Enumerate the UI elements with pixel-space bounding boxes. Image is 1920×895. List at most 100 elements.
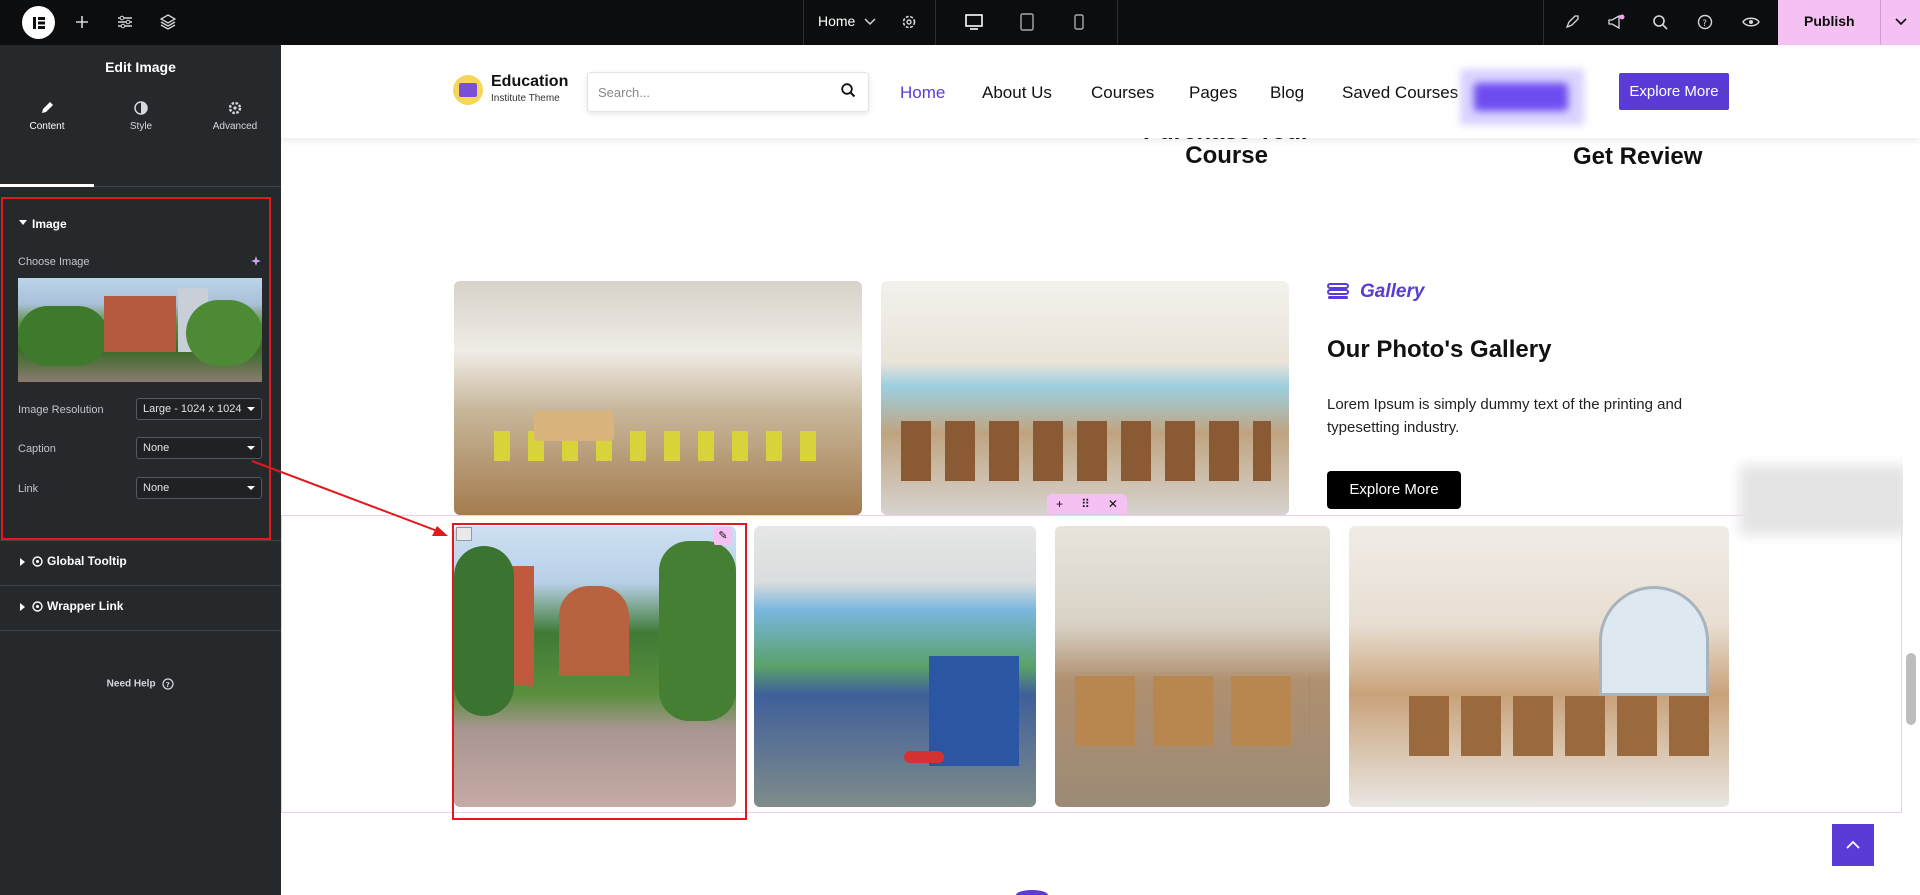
explore-more-header-button[interactable]: Explore More [1619,73,1729,110]
annotation-highlight-box [452,523,747,820]
publish-button[interactable]: Publish [1778,0,1920,45]
nav-home[interactable]: Home [900,83,945,103]
caret-down-icon [247,446,255,450]
gallery-image[interactable] [454,281,862,515]
nav-blog[interactable]: Blog [1270,83,1304,103]
chevron-down-icon[interactable] [1895,18,1907,26]
help-icon: ? [162,678,174,690]
svg-text:?: ? [1702,19,1707,29]
widget-type-icon[interactable] [456,527,472,541]
tab-label: Advanced [212,121,258,132]
scrollbar-thumb[interactable] [1906,653,1916,725]
link-select[interactable]: None [136,477,262,499]
gear-icon [188,101,282,118]
nav-about-us[interactable]: About Us [982,83,1052,103]
globe-icon [32,601,43,612]
page-settings-gear-icon[interactable] [899,12,919,32]
building-shape [104,296,176,352]
tab-style[interactable]: Style [94,89,188,187]
page-select[interactable]: Home [818,13,855,29]
blurred-element [1739,465,1909,535]
tablet-view-icon[interactable] [1017,12,1037,32]
structure-layers-icon[interactable] [158,12,178,32]
nav-pages[interactable]: Pages [1189,83,1237,103]
select-value: None [143,482,170,494]
need-help-link[interactable]: Need Help ? [0,678,281,690]
feature-title: Get Review [1573,143,1703,170]
close-icon[interactable]: ✕ [1108,497,1118,511]
rocket-icon[interactable] [1562,12,1582,32]
publish-label: Publish [1804,13,1855,29]
caret-down-icon [247,486,255,490]
edit-pencil-icon[interactable]: ✎ [714,527,732,545]
desktop-view-icon[interactable] [964,12,984,32]
section-wrapper-link[interactable]: Wrapper Link [0,585,281,629]
divider [803,0,804,45]
add-icon[interactable]: + [1056,497,1063,511]
search-placeholder: Search... [598,85,651,100]
section-global-tooltip[interactable]: Global Tooltip [0,540,281,584]
caption-select[interactable]: None [136,437,262,459]
tree-shape [186,300,262,366]
back-to-top-button[interactable] [1832,824,1874,866]
tables-shape [1075,676,1310,746]
nav-saved-courses[interactable]: Saved Courses [1342,83,1458,103]
explore-more-button[interactable]: Explore More [1327,471,1461,509]
tree-shape [18,306,108,366]
preview-eye-icon[interactable] [1741,12,1761,32]
desk-shape [929,656,1019,766]
caret-right-icon [20,603,25,611]
caption-label: Caption [18,443,56,455]
tables-shape [1409,696,1709,756]
tables-shape [901,421,1271,481]
tab-content[interactable]: Content [0,89,94,187]
gallery-tag: Gallery [1360,281,1425,302]
image-preview[interactable] [18,278,262,382]
caret-down-icon [247,407,255,411]
mobile-view-icon[interactable] [1069,12,1089,32]
select-value: Large - 1024 x 1024 [143,403,242,415]
site-header: Education Institute Theme Search... Home… [281,45,1920,138]
panel-title: Edit Image [105,59,176,75]
link-label: Link [18,483,39,495]
globe-icon [32,556,43,567]
blurred-button [1460,69,1584,125]
caret-down-icon[interactable] [19,220,27,226]
tab-advanced[interactable]: Advanced [188,89,282,187]
svg-text:?: ? [166,681,170,689]
help-icon[interactable]: ? [1695,12,1715,32]
container-toolbar: + ⠿ ✕ [1047,494,1127,514]
contrast-icon [94,101,188,118]
search-icon[interactable] [841,83,856,98]
nav-courses[interactable]: Courses [1091,83,1154,103]
tab-label: Content [29,121,65,132]
add-element-icon[interactable] [72,12,92,32]
ai-sparkle-icon[interactable] [251,256,262,267]
gallery-image[interactable] [881,281,1289,515]
caret-right-icon [20,558,25,566]
preview-canvas: Purchase YourCourse Get Review Gallery O… [281,45,1920,895]
choose-image-label: Choose Image [18,256,90,268]
gallery-image[interactable] [1055,526,1330,807]
chevron-down-icon[interactable] [860,12,880,32]
gallery-heading: Our Photo's Gallery [1327,336,1552,363]
drag-handle-icon[interactable]: ⠿ [1081,497,1090,511]
divider [1117,0,1118,45]
scrollbar[interactable] [1903,45,1920,895]
elementor-logo-icon[interactable] [22,6,55,39]
image-resolution-label: Image Resolution [18,404,104,416]
gallery-image[interactable] [1349,526,1729,807]
site-settings-icon[interactable] [115,12,135,32]
search-icon[interactable] [1650,12,1670,32]
pencil-icon [0,101,94,118]
select-value: None [143,442,170,454]
section-image-title[interactable]: Image [32,217,67,231]
notifications-megaphone-icon[interactable] [1606,12,1626,32]
stool-shape [904,751,944,763]
gallery-image[interactable] [754,526,1036,807]
site-search-input[interactable]: Search... [587,72,869,112]
section-label: Wrapper Link [47,599,124,613]
edit-panel: Edit Image Content Style Advanced Image … [0,45,281,895]
image-resolution-select[interactable]: Large - 1024 x 1024 [136,398,262,420]
brand-subtitle: Institute Theme [491,93,560,104]
